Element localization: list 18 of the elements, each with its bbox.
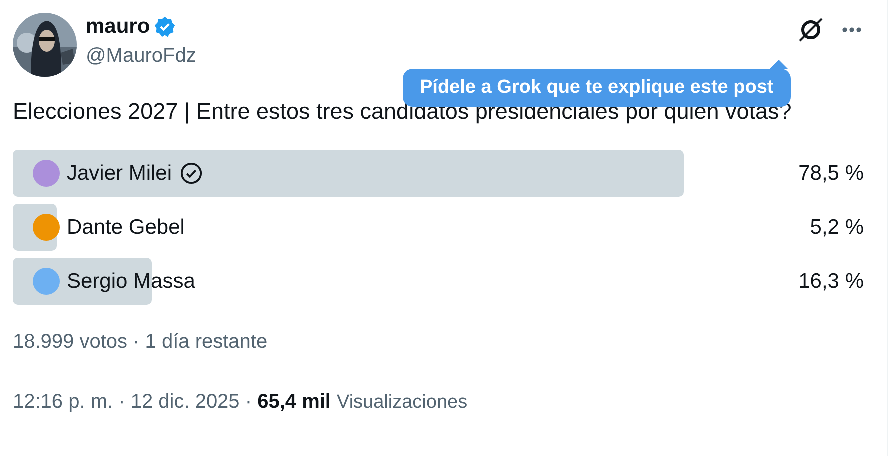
poll-option[interactable]: Javier Milei 78,5 %: [13, 150, 868, 197]
option-percent: 78,5 %: [798, 160, 864, 187]
poll-summary: 18.999 votos · 1 día restante: [13, 330, 269, 355]
option-percent: 16,3 %: [798, 268, 864, 295]
option-percent: 5,2 %: [810, 214, 864, 241]
author-name[interactable]: mauro: [86, 11, 150, 43]
more-icon[interactable]: [842, 27, 862, 33]
views-count: 65,4 mil: [258, 390, 331, 415]
views-label: Visualizaciones: [336, 391, 468, 415]
post-timestamp[interactable]: 12:16 p. m. · 12 dic. 2025 ·: [13, 387, 258, 417]
grok-icon[interactable]: [798, 17, 824, 43]
poll-option[interactable]: Dante Gebel 5,2 %: [13, 204, 868, 251]
option-label: Dante Gebel: [67, 214, 185, 241]
check-circle-icon: [180, 162, 204, 185]
author-handle[interactable]: @MauroFdz: [86, 41, 196, 71]
poll-option[interactable]: Sergio Massa 16,3 %: [13, 258, 868, 305]
option-label: Sergio Massa: [67, 268, 196, 295]
option-label: Javier Milei: [67, 160, 172, 187]
